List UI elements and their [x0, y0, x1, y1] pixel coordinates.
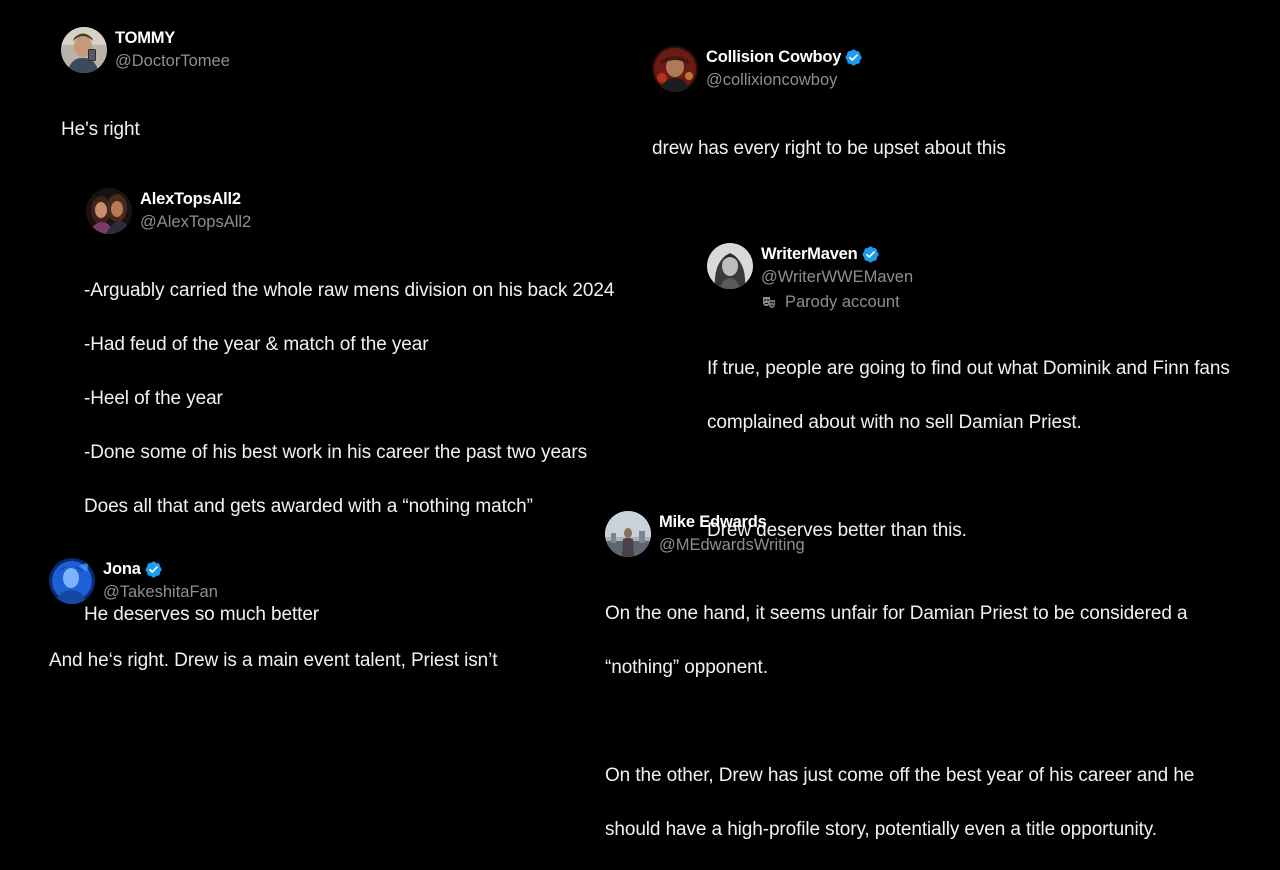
tweet-line: If true, people are going to find out wh… — [707, 358, 1230, 379]
display-name[interactable]: AlexTopsAll2 — [140, 189, 241, 209]
tweet-collision-cowboy: Collision Cowboy @collixioncowboy drew h… — [652, 46, 1252, 189]
tweet-body: And he‘s right. Drew is a main event tal… — [49, 620, 589, 701]
tweet-header: Mike Edwards @MEdwardsWriting — [605, 511, 1270, 557]
tweet-mike-edwards: Mike Edwards @MEdwardsWriting On the one… — [605, 511, 1270, 870]
handle[interactable]: @AlexTopsAll2 — [140, 211, 251, 233]
tweet-header: AlexTopsAll2 @AlexTopsAll2 — [86, 188, 684, 234]
tweet-body: He's right — [61, 89, 581, 170]
tweet-line: should have a high-profile story, potent… — [605, 819, 1157, 840]
display-name[interactable]: WriterMaven — [761, 244, 858, 264]
handle[interactable]: @TakeshitaFan — [103, 581, 218, 603]
display-name[interactable]: TOMMY — [115, 28, 175, 48]
handle[interactable]: @collixioncowboy — [706, 69, 863, 91]
tweet-header: WriterMaven @WriterWWEMaven Parody accou… — [707, 243, 1272, 312]
tweet-header: Jona @TakeshitaFan — [49, 558, 589, 604]
tweet-line — [605, 708, 1270, 735]
tweet-line: “nothing” opponent. — [605, 657, 768, 678]
verified-badge-icon — [861, 245, 880, 264]
tweet-line — [707, 463, 1272, 490]
avatar[interactable] — [86, 188, 132, 234]
tweet-header: TOMMY @DoctorTomee — [61, 27, 581, 73]
handle[interactable]: @WriterWWEMaven — [761, 266, 913, 288]
tweet-line: On the other, Drew has just come off the… — [605, 765, 1195, 786]
verified-badge-icon — [144, 560, 163, 579]
handle[interactable]: @MEdwardsWriting — [659, 534, 805, 556]
parody-label-text: Parody account — [785, 293, 900, 311]
tweet-line: complained about with no sell Damian Pri… — [707, 412, 1082, 433]
avatar[interactable] — [49, 558, 95, 604]
tweet-tommy: TOMMY @DoctorTomee He's right — [61, 27, 581, 170]
handle[interactable]: @DoctorTomee — [115, 50, 230, 72]
tweet-line: -Had feud of the year & match of the yea… — [84, 334, 429, 355]
tweet-body: drew has every right to be upset about t… — [652, 108, 1252, 189]
tweet-line: He's right — [61, 119, 140, 140]
tweet-line: drew has every right to be upset about t… — [652, 138, 1006, 159]
tweet-jona: Jona @TakeshitaFan And he‘s right. Drew … — [49, 558, 589, 701]
display-name[interactable]: Collision Cowboy — [706, 47, 841, 67]
tweet-line: -Done some of his best work in his caree… — [84, 442, 588, 463]
avatar[interactable] — [707, 243, 753, 289]
tweet-line: And he‘s right. Drew is a main event tal… — [49, 650, 498, 671]
tweet-line: On the one hand, it seems unfair for Dam… — [605, 603, 1188, 624]
display-name[interactable]: Jona — [103, 559, 141, 579]
tweet-header: Collision Cowboy @collixioncowboy — [652, 46, 1252, 92]
tweet-line: -Arguably carried the whole raw mens div… — [84, 280, 615, 301]
tweet-body: On the one hand, it seems unfair for Dam… — [605, 573, 1270, 870]
verified-badge-icon — [844, 48, 863, 67]
avatar[interactable] — [652, 46, 698, 92]
display-name[interactable]: Mike Edwards — [659, 512, 767, 532]
tweet-line: Does all that and gets awarded with a “n… — [84, 496, 533, 517]
theater-masks-icon — [761, 294, 777, 310]
parody-label: Parody account — [761, 292, 913, 312]
tweet-line: -Heel of the year — [84, 388, 223, 409]
avatar[interactable] — [61, 27, 107, 73]
avatar[interactable] — [605, 511, 651, 557]
